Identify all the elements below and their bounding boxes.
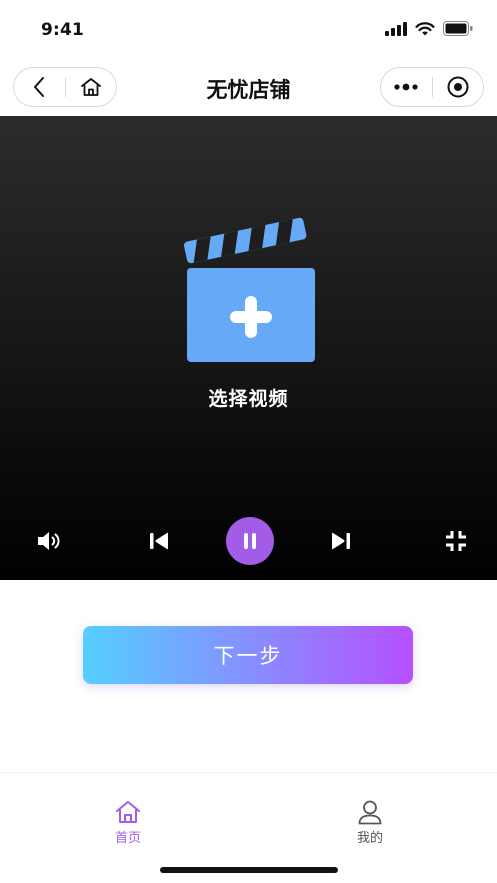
home-icon [116,801,140,823]
status-icons [385,21,473,36]
tab-bar: 首页 我的 [0,772,497,883]
nav-right-capsule [380,67,484,107]
volume-button[interactable] [30,514,68,568]
exit-fullscreen-icon [446,531,466,551]
previous-icon [150,532,168,550]
nav-bar: 无忧店铺 [0,60,497,116]
volume-icon [38,532,60,550]
previous-button[interactable] [140,514,178,568]
tab-mine[interactable]: 我的 [330,799,410,846]
next-step-button[interactable]: 下一步 [83,626,413,684]
home-indicator [160,867,338,873]
signal-icon [385,21,407,36]
more-button[interactable] [381,68,432,106]
record-icon [447,76,469,98]
battery-icon [443,21,473,36]
wifi-icon [415,21,435,35]
status-time: 9:41 [41,20,85,40]
tab-mine-label: 我的 [356,831,383,846]
tab-home[interactable]: 首页 [88,799,168,846]
more-icon [394,83,418,91]
tab-home-label: 首页 [114,831,141,846]
status-bar: 9:41 [0,0,497,60]
person-icon [358,800,382,825]
next-button[interactable] [322,514,360,568]
pause-icon [244,533,256,549]
player-controls [0,514,497,568]
select-video-label[interactable]: 选择视频 [0,384,497,411]
video-player[interactable]: 选择视频 [0,116,497,580]
pause-button[interactable] [226,517,274,565]
clapperboard-plus-icon[interactable] [181,210,321,365]
exit-fullscreen-button[interactable] [437,514,475,568]
close-miniprogram-button[interactable] [432,68,483,106]
next-icon [332,532,350,550]
